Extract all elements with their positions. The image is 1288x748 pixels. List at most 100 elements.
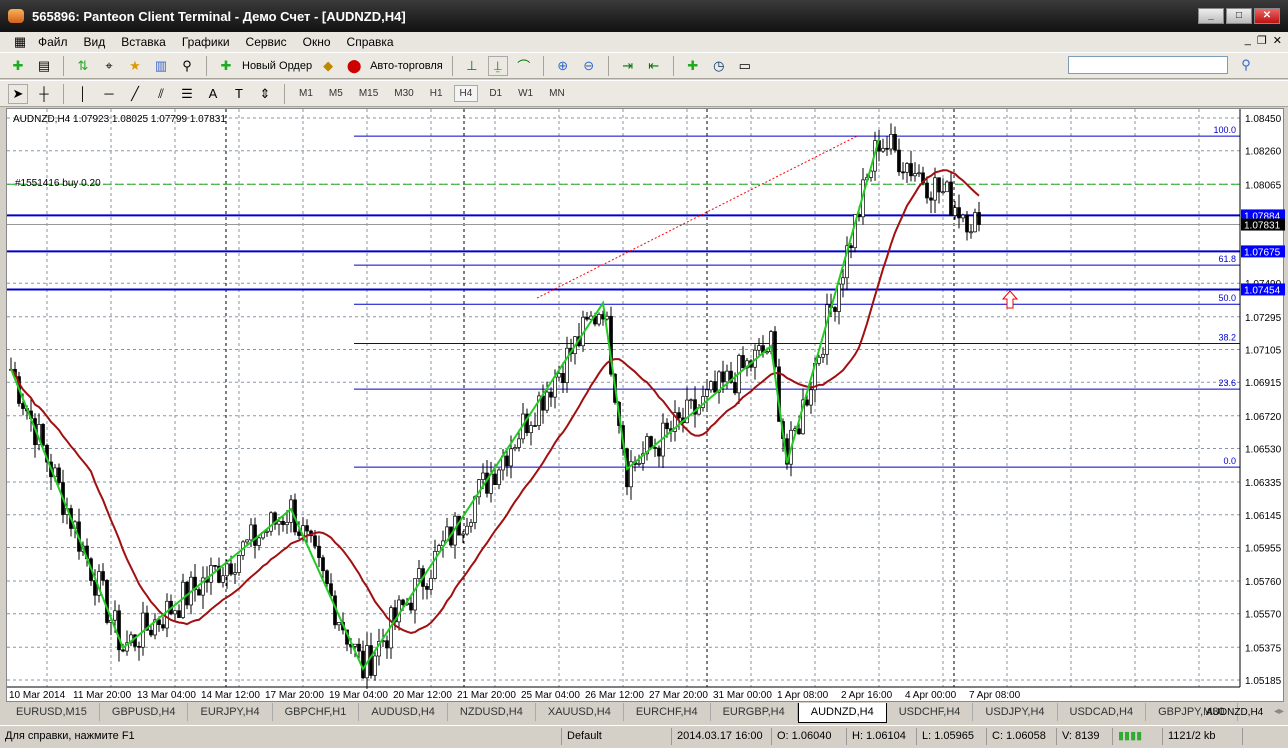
text-label-icon[interactable]: T xyxy=(229,84,249,104)
chart-tab[interactable]: GBPCHF,H1 xyxy=(273,703,360,721)
maximize-button[interactable]: □ xyxy=(1226,8,1252,24)
new-chart-icon[interactable]: ✚ xyxy=(8,56,28,76)
zoom-in-icon[interactable]: ⊕ xyxy=(553,56,573,76)
mdi-close[interactable]: ✕ xyxy=(1273,34,1282,47)
chart-tab[interactable]: AUDNZD,H4 xyxy=(797,703,887,723)
mdi-restore[interactable]: ❐ xyxy=(1257,34,1267,47)
favorites-icon[interactable]: ★ xyxy=(125,56,145,76)
chart-tab[interactable]: EURGBP,H4 xyxy=(711,703,798,721)
price-chart[interactable]: 100.0 61.8 50.0 38.2 23.6 0.0 1.08450 1.08260 1… xyxy=(7,109,1285,703)
zoom-out-icon[interactable]: ⊖ xyxy=(579,56,599,76)
chart-tab[interactable]: USDCAD,H4 xyxy=(1058,703,1147,721)
order-label: #1551416 buy 0.20 xyxy=(15,178,101,189)
candle xyxy=(637,463,641,465)
menu-insert[interactable]: Вставка xyxy=(113,35,174,49)
chart-tab[interactable]: EURUSD,M15 xyxy=(4,703,100,721)
line-chart-icon[interactable]: ⌒ xyxy=(514,56,534,76)
search-input[interactable] xyxy=(1068,56,1228,74)
equidistant-channel-icon[interactable]: ⫽ xyxy=(151,84,171,104)
new-order-button[interactable]: Новый Ордер xyxy=(242,60,312,72)
candlestick-icon[interactable]: ⍊ xyxy=(487,55,508,76)
menu-view[interactable]: Вид xyxy=(76,35,114,49)
tf-m30[interactable]: M30 xyxy=(389,86,418,101)
profiles-icon[interactable]: ▤ xyxy=(34,56,54,76)
menu-help[interactable]: Справка xyxy=(339,35,402,49)
tf-d1[interactable]: D1 xyxy=(484,86,507,101)
tf-h1[interactable]: H1 xyxy=(425,86,448,101)
menu-file[interactable]: Файл xyxy=(30,35,76,49)
vertical-line-icon[interactable]: │ xyxy=(73,84,93,104)
auto-trading-button[interactable]: Авто-торговля xyxy=(370,60,443,72)
trendline-icon[interactable]: ╱ xyxy=(125,84,145,104)
tf-m1[interactable]: M1 xyxy=(294,86,318,101)
strategy-tester-icon[interactable]: ⚲ xyxy=(177,56,197,76)
chart-shift-icon[interactable]: ⇤ xyxy=(644,56,664,76)
candle xyxy=(901,171,905,174)
tf-mn[interactable]: MN xyxy=(544,86,570,101)
candle xyxy=(265,530,269,533)
candle xyxy=(597,314,601,325)
templates-icon[interactable]: ▭ xyxy=(735,56,755,76)
metaeditor-icon[interactable]: ◆ xyxy=(318,56,338,76)
candle xyxy=(245,539,249,543)
chart-tab[interactable]: XAUUSD,H4 xyxy=(536,703,624,721)
indicators-icon[interactable]: ✚ xyxy=(683,56,703,76)
time-label: 17 Mar 20:00 xyxy=(265,690,324,701)
horizontal-line-icon[interactable]: ─ xyxy=(99,84,119,104)
text-icon[interactable]: A xyxy=(203,84,223,104)
mdi-minimize[interactable]: _ xyxy=(1245,34,1251,47)
candle xyxy=(21,403,25,409)
candle xyxy=(945,181,949,193)
minimize-button[interactable]: _ xyxy=(1198,8,1224,24)
auto-scroll-icon[interactable]: ⇥ xyxy=(618,56,638,76)
menu-tools[interactable]: Сервис xyxy=(238,35,295,49)
candle xyxy=(337,622,341,626)
candle xyxy=(213,565,217,567)
candle xyxy=(733,382,737,394)
tf-h4[interactable]: H4 xyxy=(453,85,479,102)
chart-tab[interactable]: AUDUSD,H4 xyxy=(359,703,448,721)
tab-scroll-arrows[interactable]: ◂▸ xyxy=(1274,706,1284,717)
candle xyxy=(849,245,853,249)
candle xyxy=(357,643,361,652)
candle xyxy=(233,572,237,575)
menu-window[interactable]: Окно xyxy=(295,35,339,49)
chart-tab[interactable]: EURJPY,H4 xyxy=(188,703,273,721)
crosshair-icon[interactable]: ┼ xyxy=(34,84,54,104)
terminal-icon[interactable]: ▥ xyxy=(151,56,171,76)
auto-trading-icon: ⬤ xyxy=(346,57,362,73)
candle xyxy=(481,472,485,480)
chart-tab[interactable]: USDJPY,H4 xyxy=(973,703,1058,721)
search-icon[interactable]: ⚲ xyxy=(1236,55,1256,75)
candle xyxy=(917,172,921,175)
close-button[interactable]: ✕ xyxy=(1254,8,1280,24)
cursor-icon[interactable]: ➤ xyxy=(8,83,28,104)
candle xyxy=(425,586,429,590)
price-label: 1.05185 xyxy=(1245,676,1282,687)
candle xyxy=(385,640,389,649)
chart-tab[interactable]: GBPUSD,H4 xyxy=(100,703,189,721)
menu-charts[interactable]: Графики xyxy=(174,35,238,49)
chart-tab[interactable]: EURCHF,H4 xyxy=(624,703,711,721)
chart-tab[interactable]: NZDUSD,H4 xyxy=(448,703,536,721)
status-help: Для справки, нажмите F1 xyxy=(0,727,562,745)
market-watch-icon[interactable]: ⇅ xyxy=(73,56,93,76)
arrows-icon[interactable]: ⇕ xyxy=(255,84,275,104)
time-label: 20 Mar 12:00 xyxy=(393,690,452,701)
candle xyxy=(277,520,281,525)
tf-w1[interactable]: W1 xyxy=(513,86,538,101)
candle xyxy=(197,589,201,596)
fibonacci-icon[interactable]: ☰ xyxy=(177,84,197,104)
bar-chart-icon[interactable]: ⊥ xyxy=(462,56,482,76)
chart-tab[interactable]: USDCHF,H4 xyxy=(887,703,974,721)
crosshair-nav-icon[interactable]: ⌖ xyxy=(99,56,119,76)
tf-m5[interactable]: M5 xyxy=(324,86,348,101)
tf-m15[interactable]: M15 xyxy=(354,86,383,101)
candle xyxy=(969,231,973,234)
candle xyxy=(837,283,841,312)
status-volume: V: 8139 xyxy=(1057,727,1113,745)
periods-icon[interactable]: ◷ xyxy=(709,56,729,76)
candle xyxy=(721,371,725,383)
chart-window[interactable]: 100.0 61.8 50.0 38.2 23.6 0.0 1.08450 1.08260 1… xyxy=(6,108,1285,703)
candle xyxy=(585,316,589,320)
